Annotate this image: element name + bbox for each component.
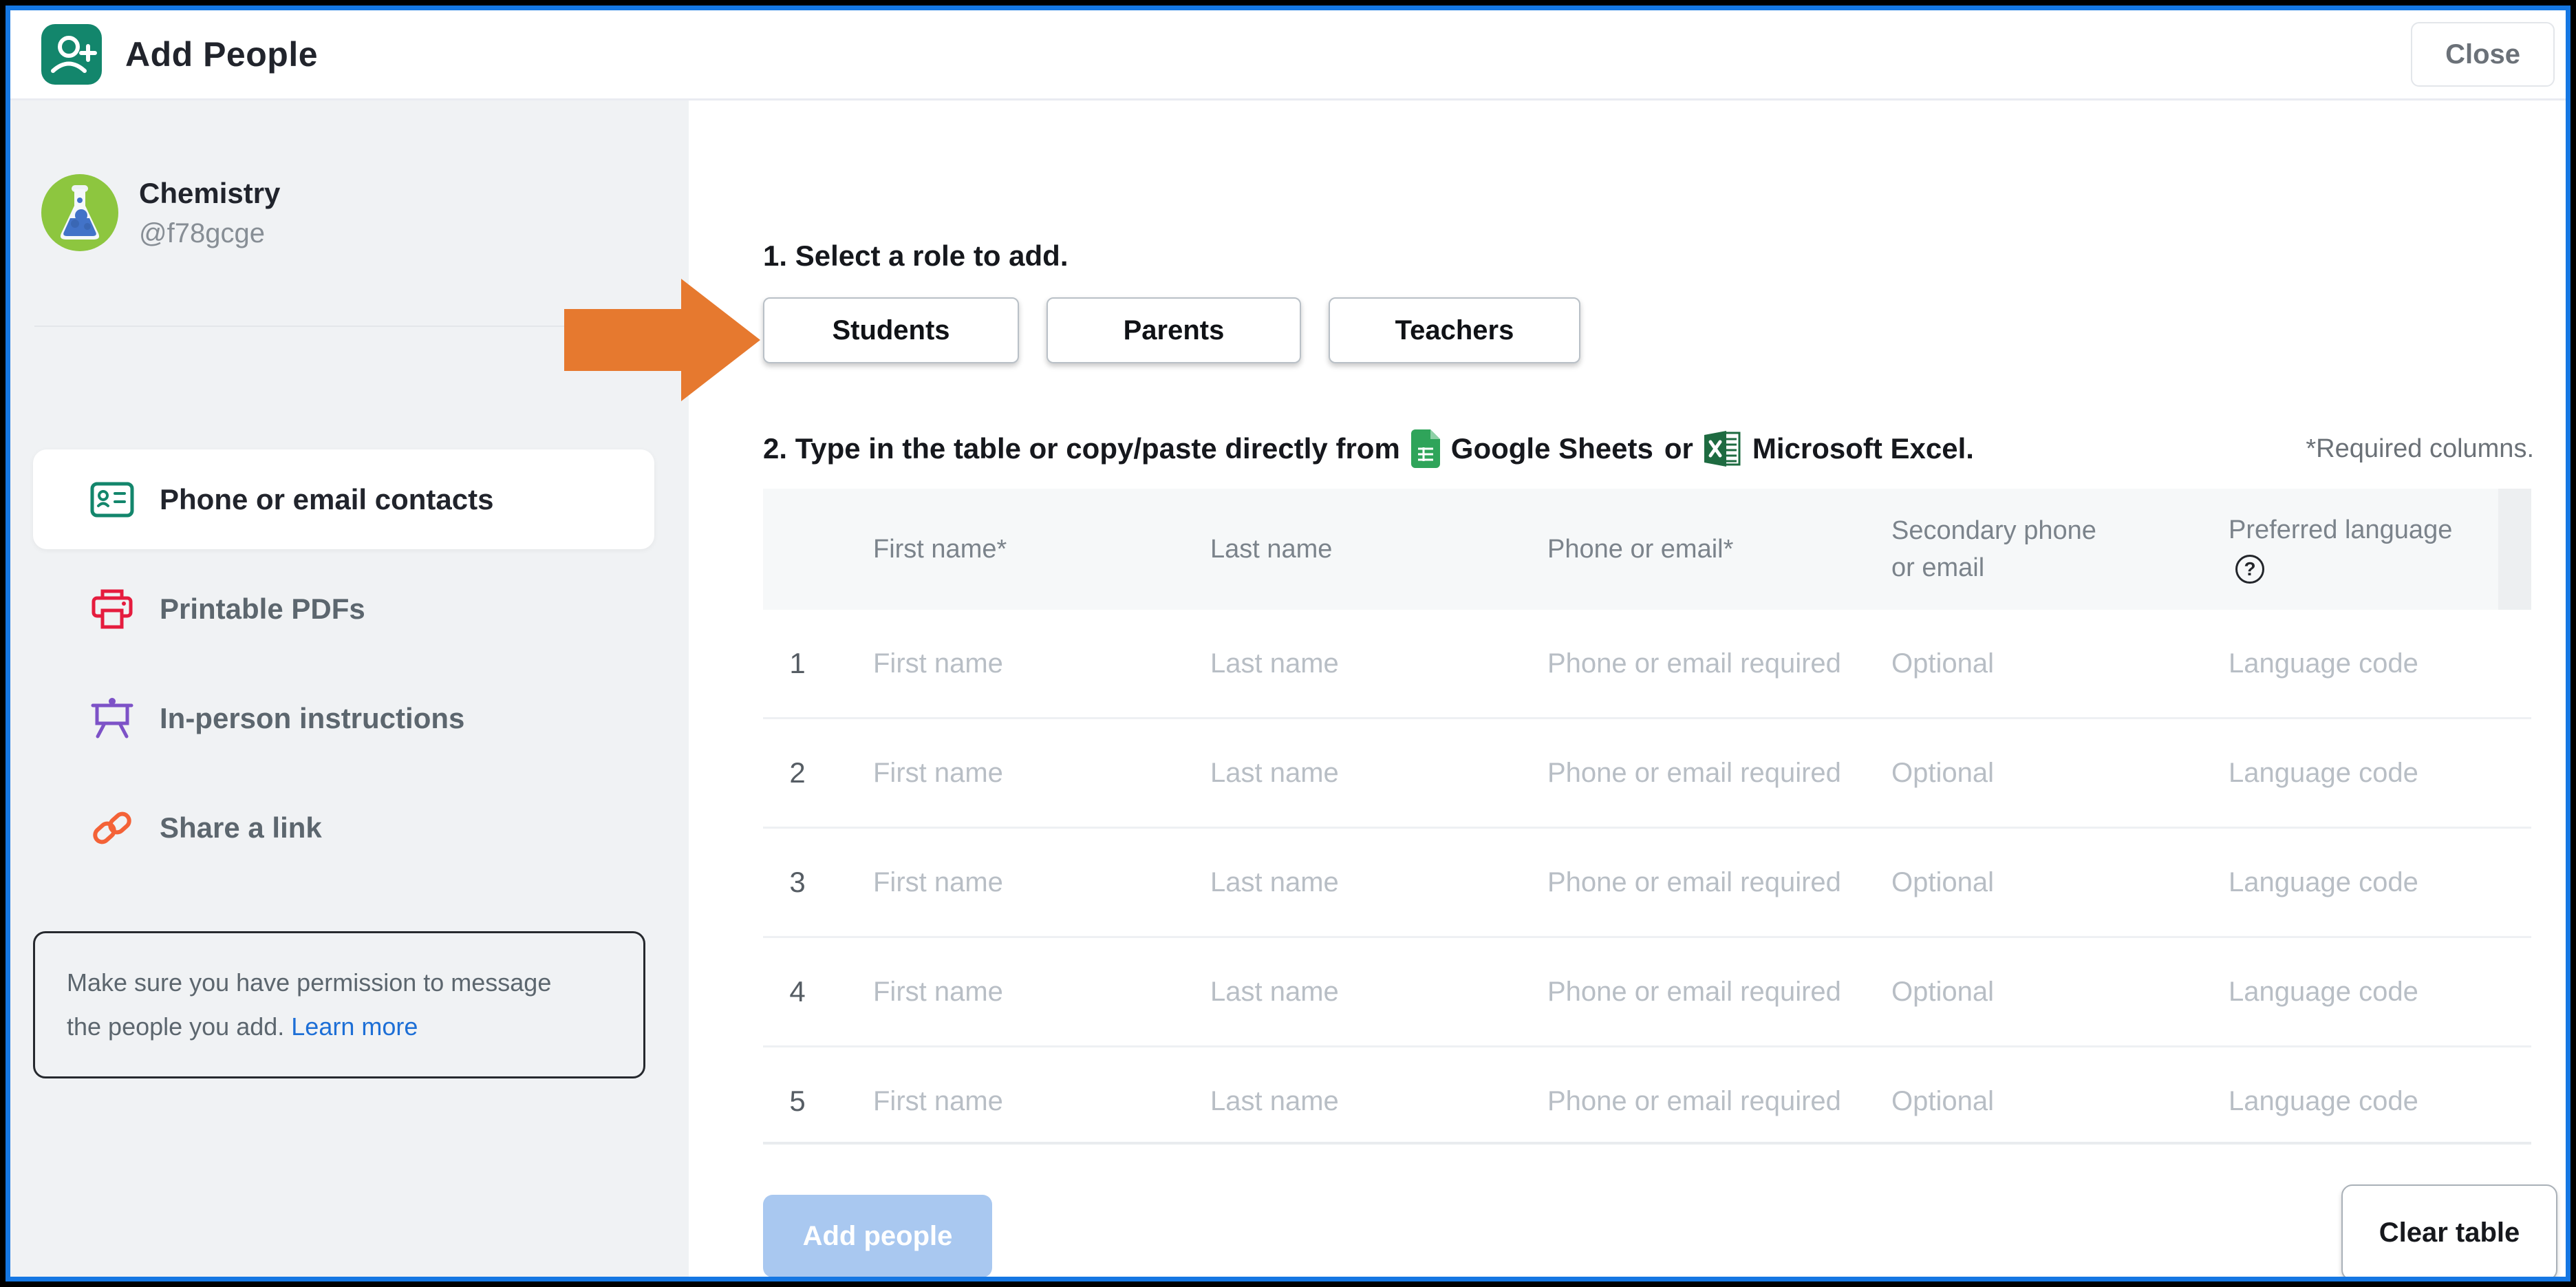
permission-notice-line2: the people you add. [67, 1012, 284, 1041]
class-name: Chemistry [139, 177, 280, 210]
add-people-button[interactable]: Add people [763, 1195, 992, 1277]
table-header: First name* Last name Phone or email* Se… [763, 489, 2531, 610]
column-header-last-name: Last name [1169, 535, 1506, 564]
add-person-icon [41, 24, 102, 85]
sidebar-item-phone-or-email-contacts[interactable]: Phone or email contacts [33, 449, 654, 549]
column-header-preferred-language: Preferred language ? [2187, 515, 2531, 584]
page-title: Add People [125, 34, 318, 74]
row-number: 4 [763, 975, 832, 1008]
step2-row: 2. Type in the table or copy/paste direc… [763, 429, 2534, 468]
secondary-cell[interactable]: Optional [1850, 648, 2187, 679]
pointer-arrow [564, 279, 760, 401]
last-name-cell[interactable]: Last name [1169, 1086, 1506, 1117]
table-row: 3 First name Last name Phone or email re… [763, 829, 2531, 938]
sidebar-item-label: Phone or email contacts [160, 483, 493, 516]
google-sheets-icon [1411, 429, 1440, 468]
contacts-table: First name* Last name Phone or email* Se… [763, 489, 2531, 1145]
main-panel: 1. Select a role to add. Students Parent… [689, 100, 2566, 1277]
printer-icon [89, 586, 135, 632]
row-number: 3 [763, 866, 832, 899]
first-name-cell[interactable]: First name [832, 867, 1169, 898]
column-header-secondary: Secondary phone or email [1850, 512, 2187, 586]
phone-or-email-cell[interactable]: Phone or email required [1506, 1086, 1850, 1117]
column-header-phone-or-email: Phone or email* [1506, 535, 1850, 564]
role-button-parents[interactable]: Parents [1046, 297, 1301, 363]
role-button-teachers[interactable]: Teachers [1329, 297, 1580, 363]
clear-table-button[interactable]: Clear table [2341, 1184, 2557, 1277]
step2-prefix: 2. Type in the table or copy/paste direc… [763, 432, 1400, 465]
table-row: 2 First name Last name Phone or email re… [763, 719, 2531, 829]
table-scrollbar-track[interactable] [2498, 489, 2531, 610]
table-body: 1 First name Last name Phone or email re… [763, 610, 2531, 1145]
last-name-cell[interactable]: Last name [1169, 758, 1506, 789]
first-name-cell[interactable]: First name [832, 648, 1169, 679]
microsoft-excel-icon [1704, 431, 1741, 467]
add-people-modal: Add People Close [6, 6, 2570, 1281]
table-row: 1 First name Last name Phone or email re… [763, 610, 2531, 719]
sidebar-item-in-person-instructions[interactable]: In-person instructions [33, 668, 654, 768]
phone-or-email-cell[interactable]: Phone or email required [1506, 758, 1850, 789]
secondary-cell[interactable]: Optional [1850, 977, 2187, 1008]
language-cell[interactable]: Language code [2187, 648, 2531, 679]
secondary-cell[interactable]: Optional [1850, 1086, 2187, 1117]
column-header-first-name: First name* [832, 535, 1169, 564]
language-cell[interactable]: Language code [2187, 867, 2531, 898]
role-button-students[interactable]: Students [763, 297, 1019, 363]
class-avatar-flask-icon [41, 174, 118, 251]
last-name-cell[interactable]: Last name [1169, 648, 1506, 679]
last-name-cell[interactable]: Last name [1169, 977, 1506, 1008]
sidebar: Chemistry @f78gcge Phone or ema [10, 100, 689, 1277]
last-name-cell[interactable]: Last name [1169, 867, 1506, 898]
first-name-cell[interactable]: First name [832, 1086, 1169, 1117]
sidebar-item-share-a-link[interactable]: Share a link [33, 778, 654, 878]
sidebar-menu: Phone or email contacts Printable PDFs [10, 449, 689, 878]
first-name-cell[interactable]: First name [832, 758, 1169, 789]
phone-or-email-cell[interactable]: Phone or email required [1506, 867, 1850, 898]
step2-sheets-label: Google Sheets [1451, 432, 1653, 465]
language-cell[interactable]: Language code [2187, 977, 2531, 1008]
class-handle: @f78gcge [139, 218, 280, 249]
sidebar-item-label: In-person instructions [160, 702, 464, 735]
help-icon[interactable]: ? [2235, 555, 2264, 584]
link-icon [89, 805, 135, 851]
step2-or-label: or [1664, 432, 1693, 465]
language-cell[interactable]: Language code [2187, 1086, 2531, 1117]
permission-notice-line1: Make sure you have permission to message [67, 968, 551, 997]
sidebar-item-printable-pdfs[interactable]: Printable PDFs [33, 559, 654, 659]
learn-more-link[interactable]: Learn more [291, 1012, 418, 1041]
role-selector: Students Parents Teachers [763, 297, 1580, 363]
first-name-cell[interactable]: First name [832, 977, 1169, 1008]
row-number: 2 [763, 756, 832, 789]
sidebar-item-label: Share a link [160, 811, 322, 844]
required-columns-note: *Required columns. [2306, 434, 2534, 464]
step2-excel-label: Microsoft Excel. [1752, 432, 1974, 465]
row-number: 1 [763, 647, 832, 680]
modal-header: Add People Close [10, 10, 2566, 100]
secondary-cell[interactable]: Optional [1850, 867, 2187, 898]
close-button[interactable]: Close [2411, 22, 2555, 87]
phone-or-email-cell[interactable]: Phone or email required [1506, 648, 1850, 679]
table-row: 5 First name Last name Phone or email re… [763, 1047, 2531, 1145]
easel-icon [89, 696, 135, 741]
phone-or-email-cell[interactable]: Phone or email required [1506, 977, 1850, 1008]
language-cell[interactable]: Language code [2187, 758, 2531, 789]
sidebar-item-label: Printable PDFs [160, 593, 365, 626]
table-row: 4 First name Last name Phone or email re… [763, 938, 2531, 1047]
contact-card-icon [89, 477, 135, 522]
step2-heading: 2. Type in the table or copy/paste direc… [763, 429, 1974, 468]
step1-heading: 1. Select a role to add. [763, 240, 1068, 273]
row-number: 5 [763, 1085, 832, 1118]
class-info: Chemistry @f78gcge [41, 174, 689, 251]
secondary-cell[interactable]: Optional [1850, 758, 2187, 789]
permission-notice: Make sure you have permission to message… [33, 931, 645, 1078]
